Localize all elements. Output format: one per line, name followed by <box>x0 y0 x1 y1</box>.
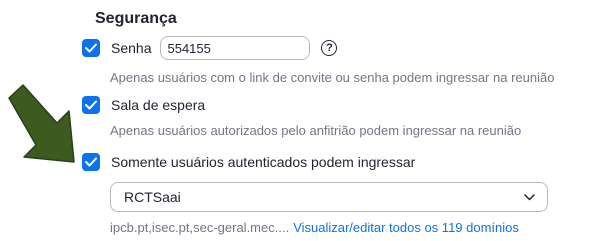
waiting-room-label: Sala de espera <box>111 97 206 113</box>
question-circle-icon[interactable]: ? <box>321 40 338 56</box>
authenticated-checkbox[interactable] <box>82 153 100 171</box>
authenticated-label: Somente usuários autenticados podem ingr… <box>111 154 416 170</box>
checkmark-icon <box>85 157 97 167</box>
password-row: Senha ? <box>82 36 338 60</box>
view-edit-domains-link[interactable]: Visualizar/editar todos os 119 domínios <box>293 220 519 235</box>
checkmark-icon <box>85 100 97 110</box>
waiting-room-description: Apenas usuários autorizados pelo anfitri… <box>110 123 522 138</box>
waiting-room-checkbox[interactable] <box>82 96 100 114</box>
auth-method-value: RCTSaai <box>124 189 181 205</box>
password-label: Senha <box>111 40 152 56</box>
arrow-icon <box>8 84 75 163</box>
password-checkbox[interactable] <box>82 39 100 57</box>
domains-row: ipcb.pt,isec.pt,sec-geral.mec.... Visuali… <box>110 220 519 235</box>
chevron-down-icon <box>524 193 535 200</box>
password-input[interactable] <box>160 36 311 60</box>
section-title: Segurança <box>95 10 177 27</box>
authenticated-row: Somente usuários autenticados podem ingr… <box>82 153 415 171</box>
checkmark-icon <box>85 43 97 53</box>
domains-list: ipcb.pt,isec.pt,sec-geral.mec.... <box>110 220 290 235</box>
auth-method-select[interactable]: RCTSaai <box>110 182 548 212</box>
password-description: Apenas usuários com o link de convite ou… <box>110 70 555 85</box>
waiting-room-row: Sala de espera <box>82 96 205 114</box>
